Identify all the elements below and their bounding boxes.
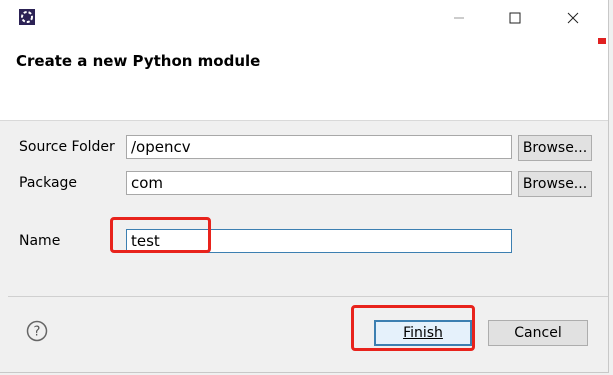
name-highlight-annotation <box>110 217 211 253</box>
name-label: Name <box>19 233 61 249</box>
package-browse-button[interactable]: Browse... <box>518 171 592 197</box>
title-bar <box>0 0 608 36</box>
question-mark-icon[interactable]: ? <box>26 320 48 342</box>
finish-highlight-annotation <box>351 305 475 351</box>
page-title: Create a new Python module <box>16 52 261 70</box>
package-label: Package <box>19 175 78 191</box>
maximize-icon <box>509 9 521 28</box>
minimize-button[interactable] <box>436 0 482 36</box>
maximize-button[interactable] <box>492 0 538 36</box>
decorative-red-mark <box>598 38 606 44</box>
dialog-header: Create a new Python module <box>0 36 608 121</box>
source-folder-label: Source Folder <box>19 139 115 155</box>
minimize-icon <box>453 9 465 28</box>
source-folder-input[interactable]: /opencv <box>126 135 512 159</box>
source-folder-browse-button[interactable]: Browse... <box>518 135 592 161</box>
footer-separator <box>8 296 608 297</box>
eclipse-app-icon <box>18 8 36 26</box>
close-icon <box>567 9 579 28</box>
new-python-module-dialog: Create a new Python module Source Folder… <box>0 0 609 373</box>
package-input[interactable]: com <box>126 171 512 195</box>
svg-text:?: ? <box>34 325 41 340</box>
cancel-button[interactable]: Cancel <box>488 320 588 346</box>
close-button[interactable] <box>550 0 596 36</box>
